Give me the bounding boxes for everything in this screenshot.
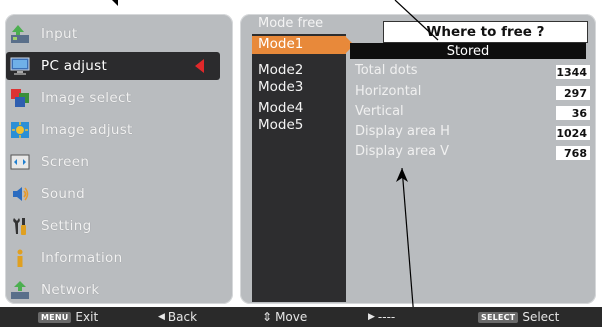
menu-item-setting[interactable]: Setting xyxy=(6,212,220,240)
image-adjust-icon xyxy=(9,119,31,141)
information-icon xyxy=(9,247,31,269)
menu-label-sound: Sound xyxy=(41,186,86,202)
menu-label-setting: Setting xyxy=(41,218,92,234)
move-arrow-icon: ⇕ xyxy=(262,310,273,324)
info-value-vertical: 36 xyxy=(556,106,590,120)
network-icon xyxy=(9,279,31,301)
menu-label-image-select: Image select xyxy=(41,90,132,106)
mode-item-2[interactable]: Mode2 xyxy=(258,62,303,78)
menu-label-screen: Screen xyxy=(41,154,90,170)
menu-key-badge: MENU xyxy=(38,311,72,323)
next-arrow-icon: ▶ xyxy=(368,312,375,322)
next-label: ---- xyxy=(377,310,396,324)
exit-hint[interactable]: MENU Exit xyxy=(38,310,98,324)
menu-item-pc-adjust[interactable]: PC adjust xyxy=(6,52,220,80)
menu-label-information: Information xyxy=(41,250,123,266)
menu-item-network[interactable]: Network xyxy=(6,276,220,304)
select-label: Select xyxy=(522,310,560,324)
menu-label-image-adjust: Image adjust xyxy=(41,122,133,138)
where-to-free-prompt: Where to free ? xyxy=(383,21,588,43)
info-label-display-area-v: Display area V xyxy=(355,144,450,159)
info-label-total-dots: Total dots xyxy=(355,63,418,78)
image-select-icon xyxy=(9,87,31,109)
setting-icon xyxy=(9,215,31,237)
select-hint[interactable]: SELECT Select xyxy=(478,310,559,324)
mode-item-1[interactable]: Mode1 xyxy=(252,36,346,54)
info-value-horizontal: 297 xyxy=(556,86,590,100)
menu-label-pc-adjust: PC adjust xyxy=(41,58,108,74)
exit-label: Exit xyxy=(75,310,99,324)
mode-free-header: Mode free xyxy=(258,16,324,31)
mode-item-4[interactable]: Mode4 xyxy=(258,100,303,116)
menu-item-input[interactable]: Input xyxy=(6,20,220,48)
info-value-total-dots: 1344 xyxy=(556,65,590,79)
next-hint[interactable]: ▶ ---- xyxy=(368,310,395,324)
back-hint[interactable]: ◀ Back xyxy=(158,310,197,324)
input-icon xyxy=(9,23,31,45)
back-label: Back xyxy=(167,310,198,324)
move-label: Move xyxy=(275,310,308,324)
stored-status[interactable]: Stored xyxy=(350,43,586,59)
menu-label-input: Input xyxy=(41,26,78,42)
menu-item-image-select[interactable]: Image select xyxy=(6,84,220,112)
selected-arrow-icon xyxy=(195,59,204,73)
menu-label-network: Network xyxy=(41,282,100,298)
bottom-help-bar: MENU Exit ◀ Back ⇕ Move ▶ ---- SELECT Se… xyxy=(0,307,602,327)
back-arrow-icon: ◀ xyxy=(158,312,165,322)
pc-adjust-icon xyxy=(9,55,31,77)
menu-item-screen[interactable]: Screen xyxy=(6,148,220,176)
mode-item-5[interactable]: Mode5 xyxy=(258,117,303,133)
info-value-display-area-v: 768 xyxy=(556,146,590,160)
info-value-display-area-h: 1024 xyxy=(556,126,590,140)
screen-icon xyxy=(9,151,31,173)
info-label-vertical: Vertical xyxy=(355,104,404,119)
sound-icon xyxy=(9,183,31,205)
menu-item-sound[interactable]: Sound xyxy=(6,180,220,208)
menu-item-image-adjust[interactable]: Image adjust xyxy=(6,116,220,144)
move-hint[interactable]: ⇕ Move xyxy=(262,310,307,324)
mode-item-3[interactable]: Mode3 xyxy=(258,79,303,95)
info-label-horizontal: Horizontal xyxy=(355,84,422,99)
select-key-badge: SELECT xyxy=(478,311,519,323)
info-label-display-area-h: Display area H xyxy=(355,124,450,139)
menu-item-information[interactable]: Information xyxy=(6,244,220,272)
